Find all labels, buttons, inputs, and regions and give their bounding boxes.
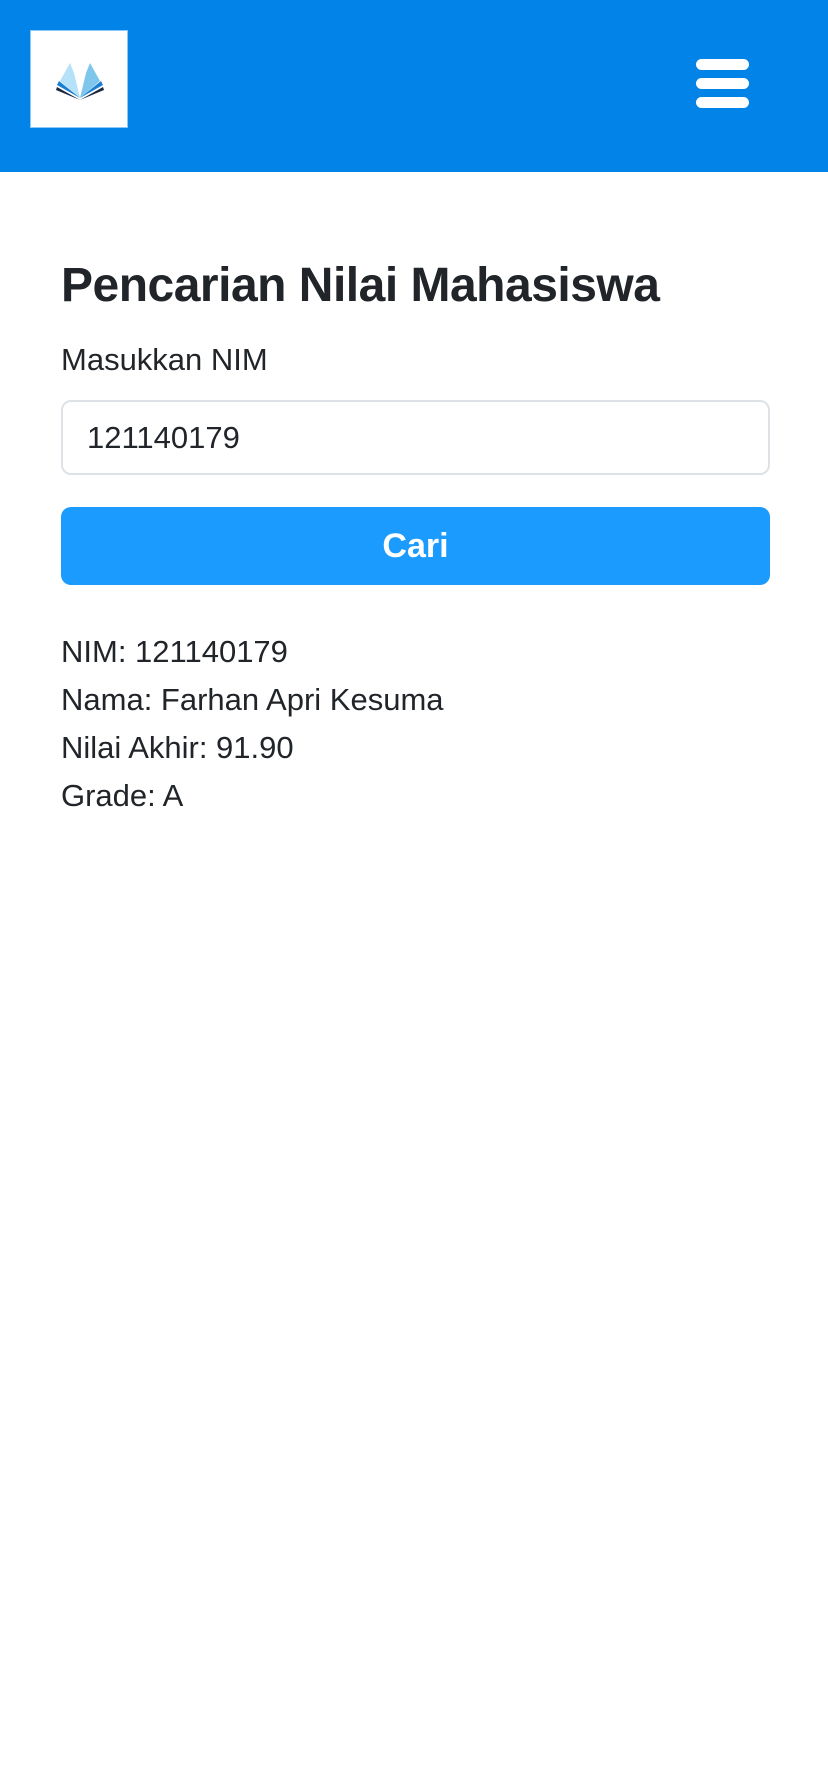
result-nama: Nama: Farhan Apri Kesuma [61,682,444,717]
navbar [0,0,828,172]
search-result: NIM: 121140179 Nama: Farhan Apri Kesuma … [61,628,444,820]
open-book-icon [56,63,104,100]
hamburger-bar [696,59,749,70]
hamburger-bar [696,97,749,108]
result-grade: Grade: A [61,778,184,813]
nim-input[interactable] [61,400,770,475]
search-button[interactable]: Cari [61,507,770,585]
page-title: Pencarian Nilai Mahasiswa [61,259,660,312]
result-nim: NIM: 121140179 [61,634,288,669]
nim-label: Masukkan NIM [61,342,268,377]
brand-logo[interactable] [30,30,128,128]
hamburger-bar [696,78,749,89]
hamburger-menu-button[interactable] [690,52,752,114]
result-nilai-akhir: Nilai Akhir: 91.90 [61,730,294,765]
